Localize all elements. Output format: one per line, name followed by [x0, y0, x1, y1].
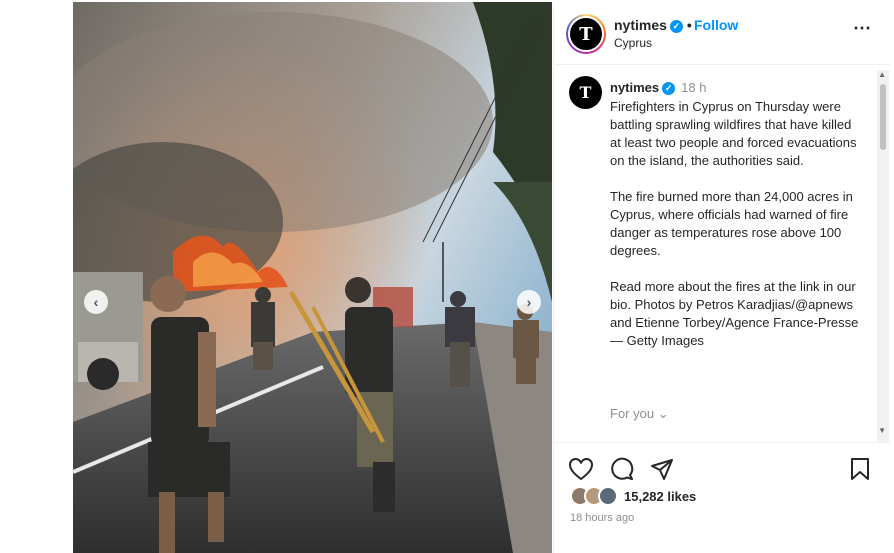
- author-username-row: nytimes ✓ •: [614, 17, 696, 33]
- post-location[interactable]: Cyprus: [614, 36, 652, 50]
- for-you-label: For you: [610, 406, 655, 421]
- caption-paragraph: Firefighters in Cyprus on Thursday were …: [610, 99, 857, 168]
- bookmark-icon[interactable]: [850, 457, 870, 486]
- separator-dot: •: [686, 17, 692, 33]
- follow-button[interactable]: Follow: [694, 17, 738, 33]
- previous-photo-button[interactable]: ‹: [84, 290, 108, 314]
- chevron-left-icon: ‹: [93, 294, 99, 310]
- caption-section: T nytimes ✓ 18 h Firefighters in Cyprus on…: [554, 66, 890, 442]
- scrollbar-thumb[interactable]: [880, 84, 886, 150]
- heart-icon[interactable]: [568, 457, 594, 486]
- scroll-up-arrow-icon[interactable]: ▲: [878, 70, 886, 79]
- caption-time: 18 h: [681, 80, 707, 95]
- likes-count[interactable]: 15,282 likes: [624, 489, 696, 504]
- post-header: T nytimes ✓ • Follow Cyprus ⋯: [554, 2, 890, 65]
- verified-badge-icon: ✓: [662, 82, 676, 96]
- for-you-link[interactable]: For you ⌄: [610, 406, 669, 422]
- avatar-logo-icon: T: [579, 83, 592, 102]
- avatar-logo-icon: T: [568, 16, 604, 52]
- chevron-right-icon: ›: [526, 294, 532, 310]
- post-timestamp: 18 hours ago: [570, 512, 635, 524]
- post-side-panel: T nytimes ✓ • Follow Cyprus ⋯ T nytimes ✓ 18…: [553, 2, 890, 553]
- author-username[interactable]: nytimes: [614, 17, 667, 33]
- author-avatar[interactable]: T: [566, 14, 606, 54]
- instagram-post-modal: ‹ › T nytimes ✓ • Follow Cyprus ⋯ T nytime…: [0, 0, 894, 553]
- next-photo-button[interactable]: ›: [517, 290, 541, 314]
- more-options-icon[interactable]: ⋯: [853, 18, 872, 39]
- comment-icon[interactable]: [610, 457, 634, 486]
- scroll-down-arrow-icon[interactable]: ▼: [878, 426, 886, 435]
- liker-avatar: [598, 486, 618, 506]
- caption-username[interactable]: nytimes: [610, 80, 659, 95]
- caption-avatar[interactable]: T: [569, 76, 602, 109]
- share-icon[interactable]: [650, 457, 674, 486]
- verified-badge-icon: ✓: [669, 19, 683, 33]
- likes-row[interactable]: 15,282 likes: [570, 486, 696, 506]
- chevron-down-icon: ⌄: [657, 406, 669, 421]
- post-photo[interactable]: [73, 2, 552, 553]
- wildfire-photo: [73, 2, 552, 553]
- caption-paragraph: Read more about the fires at the link in…: [610, 279, 859, 348]
- caption-header: nytimes ✓ 18 h: [610, 80, 707, 96]
- caption-text: Firefighters in Cyprus on Thursday were …: [610, 98, 865, 368]
- caption-paragraph: The fire burned more than 24,000 acres i…: [610, 189, 853, 258]
